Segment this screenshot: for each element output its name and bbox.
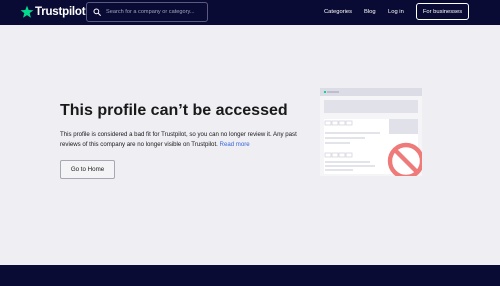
search-placeholder: Search for a company or category...: [106, 9, 195, 15]
search-icon: [93, 8, 101, 16]
nav-blog-link[interactable]: Blog: [364, 8, 376, 16]
trustpilot-logo[interactable]: Trustpilot: [20, 5, 86, 19]
read-more-link[interactable]: Read more: [220, 141, 250, 148]
page-title: This profile can’t be accessed: [60, 102, 288, 119]
page-description: This profile is considered a bad fit for…: [60, 130, 310, 149]
blocked-profile-illustration: [320, 88, 422, 176]
top-navigation-bar: Trustpilot Search for a company or categ…: [0, 0, 500, 25]
star-icon: [20, 5, 34, 18]
description-text: This profile is considered a bad fit for…: [60, 131, 297, 148]
nav-login-link[interactable]: Log in: [388, 8, 404, 16]
nav-categories-link[interactable]: Categories: [324, 8, 352, 16]
footer-bar: [0, 265, 500, 286]
for-businesses-button[interactable]: For businesses: [416, 3, 469, 20]
go-to-home-button[interactable]: Go to Home: [60, 160, 115, 179]
search-input[interactable]: Search for a company or category...: [86, 2, 208, 22]
logo-text: Trustpilot: [35, 6, 86, 18]
